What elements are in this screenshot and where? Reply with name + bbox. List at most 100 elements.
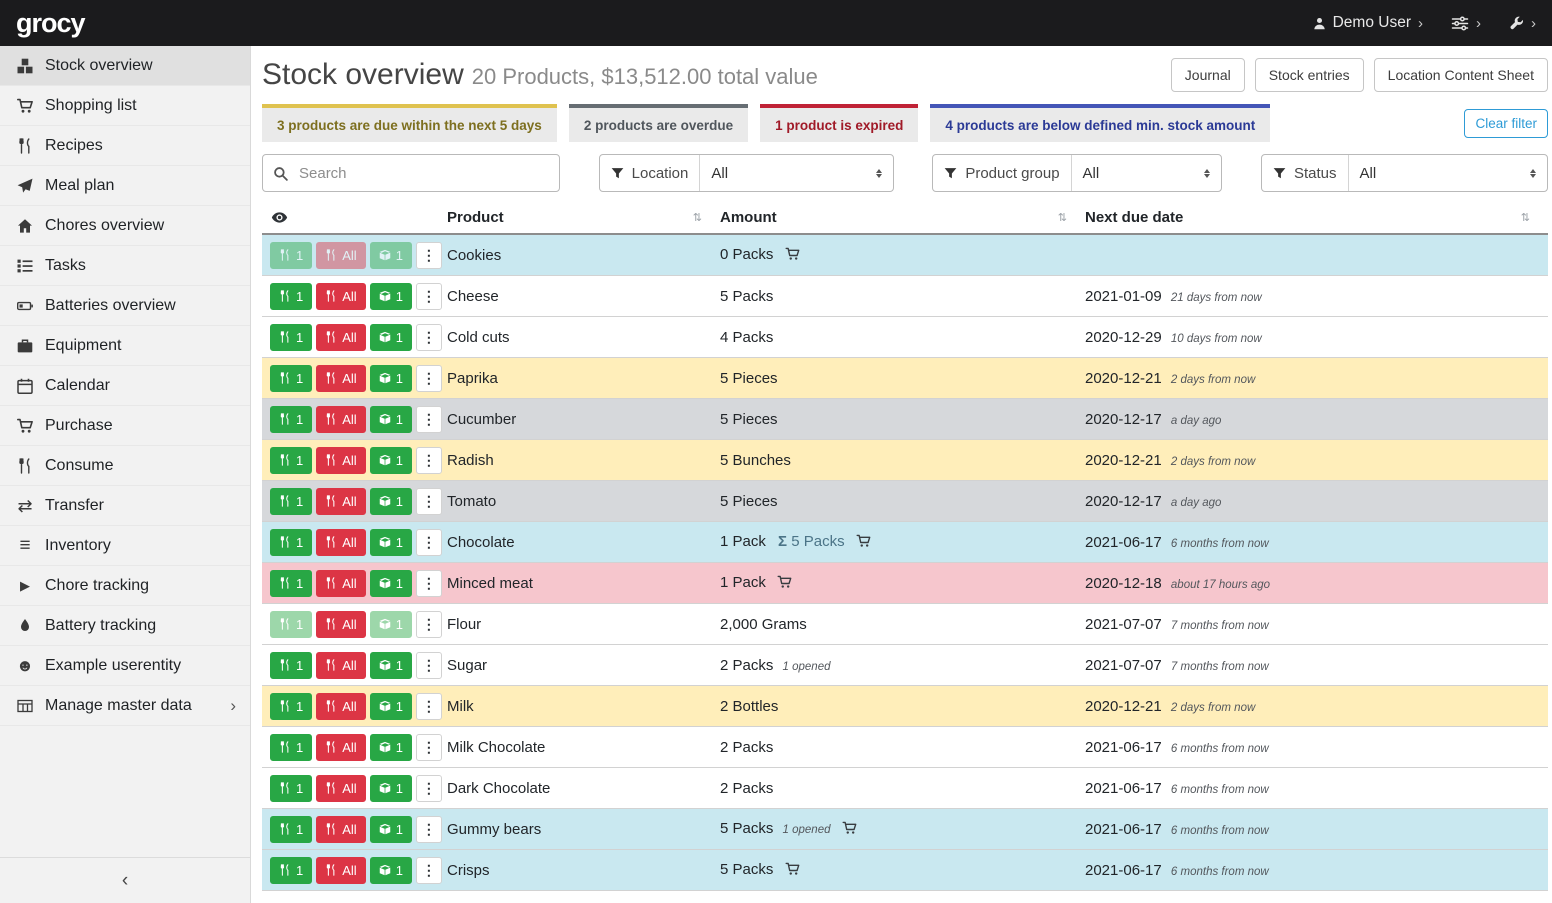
row-menu-button[interactable]: ⋮ [416,447,442,474]
consume-one-button[interactable]: 1 [270,693,312,720]
open-one-button[interactable]: 1 [370,242,412,269]
consume-all-button[interactable]: All [316,283,365,310]
product-name[interactable]: Flour [447,616,720,633]
admin-menu[interactable]: › [1509,16,1536,31]
consume-one-button[interactable]: 1 [270,857,312,884]
status-banner-danger[interactable]: 1 product is expired [760,104,918,142]
sidebar-item-recipes[interactable]: Recipes [0,126,250,166]
consume-all-button[interactable]: All [316,693,365,720]
sidebar-item-chores-overview[interactable]: Chores overview [0,206,250,246]
product-name[interactable]: Milk [447,698,720,715]
open-one-button[interactable]: 1 [370,406,412,433]
product-name[interactable]: Cucumber [447,411,720,428]
consume-all-button[interactable]: All [316,734,365,761]
consume-one-button[interactable]: 1 [270,324,312,351]
row-menu-button[interactable]: ⋮ [416,406,442,433]
consume-all-button[interactable]: All [316,488,365,515]
product-name[interactable]: Sugar [447,657,720,674]
sidebar-item-chore-tracking[interactable]: ▶ Chore tracking [0,566,250,606]
sidebar-item-calendar[interactable]: Calendar [0,366,250,406]
open-one-button[interactable]: 1 [370,324,412,351]
row-menu-button[interactable]: ⋮ [416,242,442,269]
eye-icon[interactable] [271,209,288,226]
row-menu-button[interactable]: ⋮ [416,570,442,597]
column-header-next-due-date[interactable]: Next due date ⇅ [1085,209,1548,226]
status-banner-warning[interactable]: 3 products are due within the next 5 day… [262,104,557,142]
journal-button[interactable]: Journal [1171,58,1245,92]
product-name[interactable]: Crisps [447,862,720,879]
open-one-button[interactable]: 1 [370,529,412,556]
clear-filter-button[interactable]: Clear filter [1464,109,1548,138]
product-name[interactable]: Cheese [447,288,720,305]
open-one-button[interactable]: 1 [370,447,412,474]
open-one-button[interactable]: 1 [370,611,412,638]
product-group-select[interactable]: All [1072,155,1222,191]
consume-all-button[interactable]: All [316,324,365,351]
row-menu-button[interactable]: ⋮ [416,734,442,761]
product-name[interactable]: Tomato [447,493,720,510]
sidebar-item-transfer[interactable]: ⇄ Transfer [0,486,250,526]
product-name[interactable]: Gummy bears [447,821,720,838]
location-content-sheet-button[interactable]: Location Content Sheet [1374,58,1548,92]
row-menu-button[interactable]: ⋮ [416,816,442,843]
product-name[interactable]: Minced meat [447,575,720,592]
consume-all-button[interactable]: All [316,816,365,843]
product-name[interactable]: Cold cuts [447,329,720,346]
status-banner-primary[interactable]: 4 products are below defined min. stock … [930,104,1270,142]
open-one-button[interactable]: 1 [370,816,412,843]
product-name[interactable]: Chocolate [447,534,720,551]
sidebar-item-purchase[interactable]: Purchase [0,406,250,446]
status-banner-secondary[interactable]: 2 products are overdue [569,104,748,142]
sidebar-item-tasks[interactable]: Tasks [0,246,250,286]
open-one-button[interactable]: 1 [370,652,412,679]
consume-one-button[interactable]: 1 [270,570,312,597]
stock-entries-button[interactable]: Stock entries [1255,58,1364,92]
consume-all-button[interactable]: All [316,447,365,474]
consume-one-button[interactable]: 1 [270,734,312,761]
consume-all-button[interactable]: All [316,529,365,556]
row-menu-button[interactable]: ⋮ [416,324,442,351]
row-menu-button[interactable]: ⋮ [416,611,442,638]
consume-one-button[interactable]: 1 [270,652,312,679]
product-name[interactable]: Dark Chocolate [447,780,720,797]
open-one-button[interactable]: 1 [370,857,412,884]
consume-all-button[interactable]: All [316,365,365,392]
product-name[interactable]: Radish [447,452,720,469]
status-select[interactable]: All [1349,155,1547,191]
row-menu-button[interactable]: ⋮ [416,857,442,884]
row-menu-button[interactable]: ⋮ [416,652,442,679]
sidebar-collapse-button[interactable]: ‹ [0,857,250,903]
sidebar-item-example-userentity[interactable]: ☻ Example userentity [0,646,250,686]
column-header-product[interactable]: Product ⇅ [447,209,720,226]
consume-one-button[interactable]: 1 [270,283,312,310]
sidebar-item-batteries-overview[interactable]: Batteries overview [0,286,250,326]
consume-one-button[interactable]: 1 [270,529,312,556]
column-header-amount[interactable]: Amount ⇅ [720,209,1085,226]
sidebar-item-consume[interactable]: Consume [0,446,250,486]
consume-all-button[interactable]: All [316,242,365,269]
consume-one-button[interactable]: 1 [270,365,312,392]
search-input[interactable] [297,164,549,183]
sidebar-item-stock-overview[interactable]: Stock overview [0,46,250,86]
consume-one-button[interactable]: 1 [270,816,312,843]
product-name[interactable]: Milk Chocolate [447,739,720,756]
product-name[interactable]: Cookies [447,247,720,264]
location-select[interactable]: All [700,155,892,191]
open-one-button[interactable]: 1 [370,734,412,761]
sidebar-item-equipment[interactable]: Equipment [0,326,250,366]
consume-all-button[interactable]: All [316,611,365,638]
row-menu-button[interactable]: ⋮ [416,365,442,392]
row-menu-button[interactable]: ⋮ [416,283,442,310]
open-one-button[interactable]: 1 [370,693,412,720]
open-one-button[interactable]: 1 [370,570,412,597]
settings-menu[interactable]: › [1451,16,1481,31]
sidebar-item-battery-tracking[interactable]: Battery tracking [0,606,250,646]
sidebar-item-meal-plan[interactable]: Meal plan [0,166,250,206]
open-one-button[interactable]: 1 [370,775,412,802]
consume-all-button[interactable]: All [316,570,365,597]
sidebar-item-inventory[interactable]: ≡ Inventory [0,526,250,566]
product-name[interactable]: Paprika [447,370,720,387]
open-one-button[interactable]: 1 [370,283,412,310]
row-menu-button[interactable]: ⋮ [416,488,442,515]
open-one-button[interactable]: 1 [370,365,412,392]
